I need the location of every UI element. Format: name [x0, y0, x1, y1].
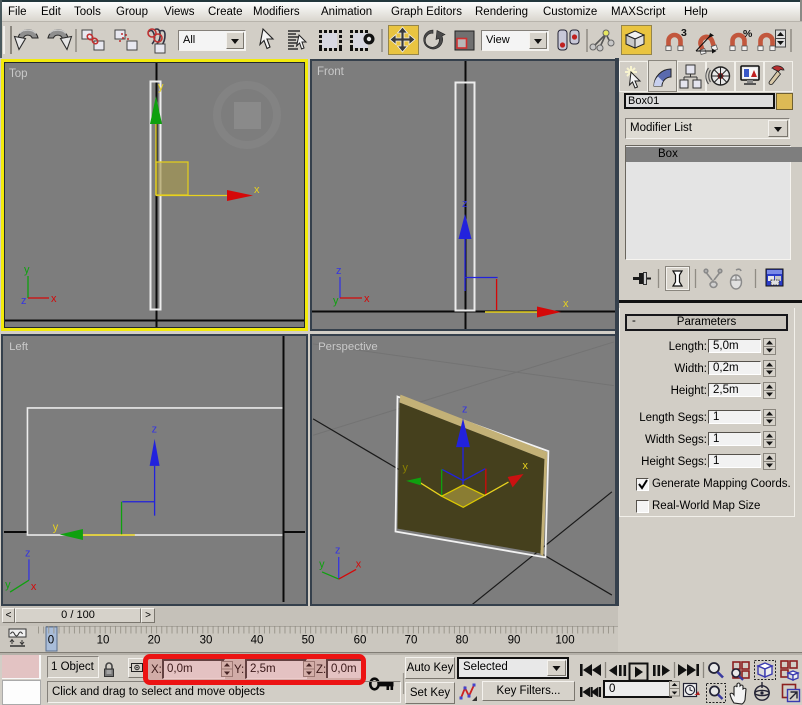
svg-text:z: z — [335, 544, 340, 556]
svg-text:z: z — [152, 423, 157, 435]
svg-text:60: 60 — [354, 635, 367, 647]
svg-text:%: % — [743, 28, 753, 40]
svg-text:x: x — [31, 581, 37, 593]
svg-text:z: z — [462, 403, 467, 415]
svg-text:x: x — [563, 298, 569, 310]
svg-text:Perspective: Perspective — [318, 341, 378, 353]
svg-text:x: x — [356, 558, 362, 570]
svg-text:30: 30 — [200, 635, 213, 647]
svg-text:80: 80 — [456, 635, 469, 647]
svg-text:x: x — [51, 293, 57, 305]
svg-text:x: x — [254, 184, 260, 196]
svg-text:y: y — [5, 579, 11, 591]
svg-text:x: x — [523, 460, 529, 472]
svg-text:z: z — [336, 265, 342, 277]
svg-text:z: z — [21, 295, 27, 307]
svg-text:y: y — [319, 558, 325, 570]
svg-text:3: 3 — [681, 27, 687, 39]
svg-text:z: z — [25, 547, 30, 559]
svg-text:z: z — [462, 198, 468, 210]
svg-text:y: y — [158, 81, 164, 93]
svg-text:x: x — [364, 293, 370, 305]
svg-text:20: 20 — [148, 635, 161, 647]
svg-text:90: 90 — [508, 635, 521, 647]
svg-text:40: 40 — [251, 635, 264, 647]
svg-text:100: 100 — [555, 635, 574, 647]
svg-text:y: y — [53, 522, 59, 534]
svg-text:Top: Top — [9, 68, 28, 80]
svg-text:10: 10 — [97, 635, 110, 647]
svg-text:0: 0 — [48, 635, 54, 647]
svg-text:y: y — [24, 264, 30, 276]
svg-text:y: y — [333, 295, 339, 307]
svg-text:50: 50 — [302, 635, 315, 647]
svg-text:70: 70 — [405, 635, 418, 647]
svg-text:Left: Left — [9, 341, 29, 353]
svg-text:Front: Front — [317, 66, 345, 78]
svg-text:y: y — [402, 462, 408, 474]
